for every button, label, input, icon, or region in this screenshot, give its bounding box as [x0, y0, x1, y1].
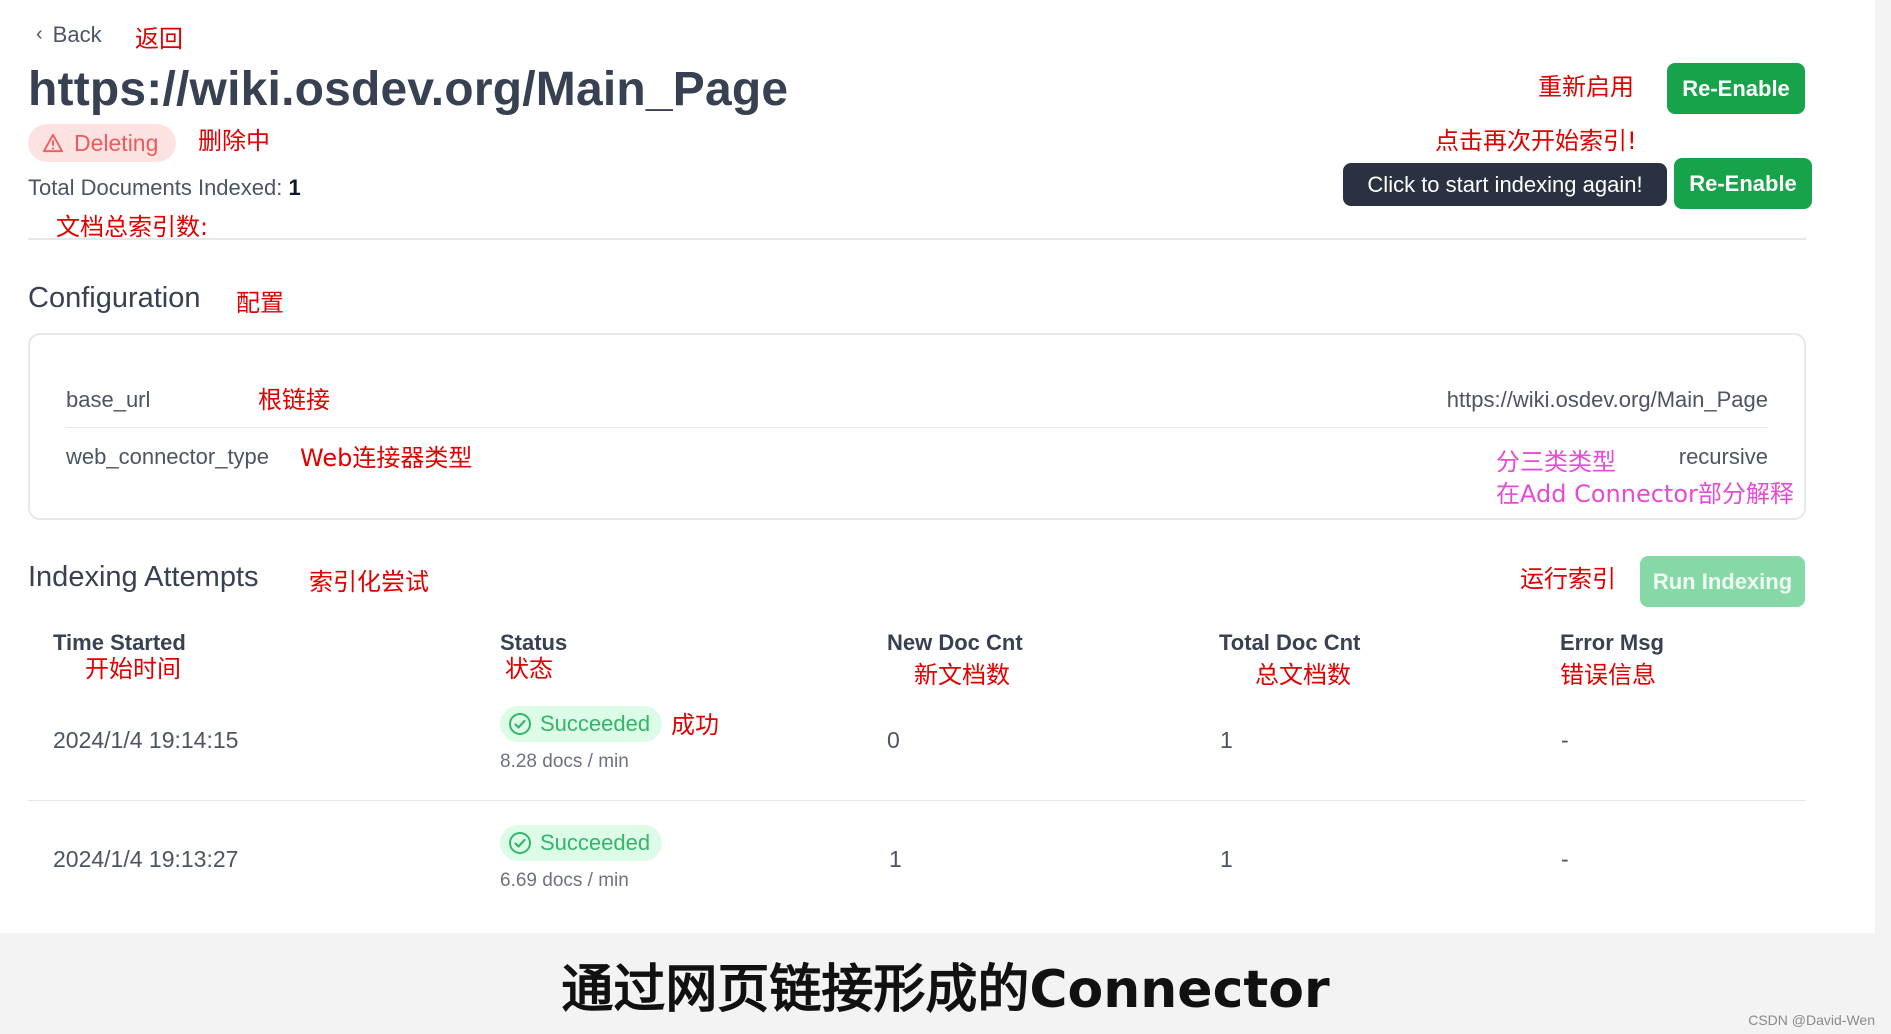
reenable-button-label: Re-Enable [1682, 75, 1790, 101]
run-indexing-label: Run Indexing [1652, 568, 1793, 594]
total-docs-indexed: Total Documents Indexed: 1 [28, 175, 301, 201]
run-indexing-annotation: 运行索引 [1520, 565, 1616, 593]
indexing-attempts-annotation: 索引化尝试 [309, 568, 429, 596]
back-annotation: 返回 [135, 25, 183, 53]
reenable-annotation: 重新启用 [1538, 73, 1634, 101]
figure-caption: 通过网页链接形成的Connector [561, 960, 1330, 1020]
connector-detail-page: ‹ Back 返回 https://wiki.osdev.org/Main_Pa… [0, 0, 1875, 933]
configuration-annotation: 配置 [236, 289, 284, 317]
row-rate: 8.28 docs / min [500, 751, 629, 772]
column-header-time-started: Time Started [53, 630, 186, 655]
header-divider [28, 238, 1806, 240]
row-total-doc-cnt: 1 [1220, 727, 1233, 753]
config-value: recursive [1678, 444, 1768, 469]
config-divider [66, 427, 1768, 428]
back-link[interactable]: ‹ Back [36, 22, 102, 48]
row-rate: 6.69 docs / min [500, 870, 629, 891]
row-error-msg: - [1561, 727, 1569, 753]
status-pill-succeeded: Succeeded [500, 825, 663, 861]
connector-type-value-annotation-2: 在Add Connector部分解释 [1496, 480, 1794, 508]
column-header-status: Status [500, 630, 568, 655]
base-url-annotation: 根链接 [258, 386, 330, 414]
watermark: CSDN @David-Wen [1748, 1012, 1875, 1028]
succeeded-annotation: 成功 [671, 711, 719, 739]
indexing-attempts-heading: Indexing Attempts [28, 561, 259, 593]
total-docs-value: 1 [288, 175, 301, 200]
chevron-left-icon: ‹ [36, 22, 43, 45]
status-badge: Deleting [28, 124, 177, 162]
total-docs-label: Total Documents Indexed: [28, 175, 283, 200]
column-header-error-msg: Error Msg [1560, 630, 1664, 655]
new-doc-cnt-annotation: 新文档数 [914, 661, 1010, 689]
warning-icon [43, 133, 63, 153]
time-started-annotation: 开始时间 [85, 655, 181, 683]
total-doc-cnt-annotation: 总文档数 [1255, 661, 1351, 689]
check-circle-icon [509, 713, 531, 735]
row-total-doc-cnt: 1 [1220, 846, 1233, 872]
back-label: Back [52, 22, 102, 47]
column-header-total-doc-cnt: Total Doc Cnt [1219, 630, 1361, 655]
connector-type-annotation: Web连接器类型 [300, 444, 473, 472]
configuration-heading: Configuration [28, 282, 201, 314]
reenable-button[interactable]: Re-Enable [1667, 63, 1805, 114]
row-divider [28, 800, 1806, 801]
column-header-new-doc-cnt: New Doc Cnt [887, 630, 1023, 655]
status-pill-succeeded: Succeeded [500, 706, 663, 742]
status-pill-label: Succeeded [540, 830, 651, 855]
status-pill-label: Succeeded [540, 711, 651, 736]
run-indexing-button[interactable]: Run Indexing [1640, 556, 1805, 607]
row-time-started: 2024/1/4 19:13:27 [53, 846, 239, 872]
reenable-button-hover-label: Re-Enable [1689, 170, 1797, 196]
error-msg-annotation: 错误信息 [1560, 661, 1656, 689]
config-key: base_url [66, 387, 151, 412]
row-error-msg: - [1561, 846, 1569, 872]
page-title: https://wiki.osdev.org/Main_Page [28, 63, 789, 116]
tooltip-annotation: 点击再次开始索引! [1435, 127, 1637, 155]
status-annotation: 删除中 [198, 127, 270, 155]
reenable-tooltip: Click to start indexing again! [1343, 163, 1667, 206]
config-value: https://wiki.osdev.org/Main_Page [1446, 387, 1768, 412]
status-badge-label: Deleting [74, 129, 159, 156]
reenable-button-hover[interactable]: Re-Enable [1674, 158, 1812, 209]
status-column-annotation: 状态 [505, 655, 553, 683]
row-time-started: 2024/1/4 19:14:15 [53, 727, 239, 753]
config-key: web_connector_type [66, 444, 270, 469]
check-circle-icon [509, 832, 531, 854]
row-new-doc-cnt: 1 [889, 846, 902, 872]
row-new-doc-cnt: 0 [887, 727, 900, 753]
connector-type-value-annotation-1: 分三类类型 [1496, 448, 1616, 476]
